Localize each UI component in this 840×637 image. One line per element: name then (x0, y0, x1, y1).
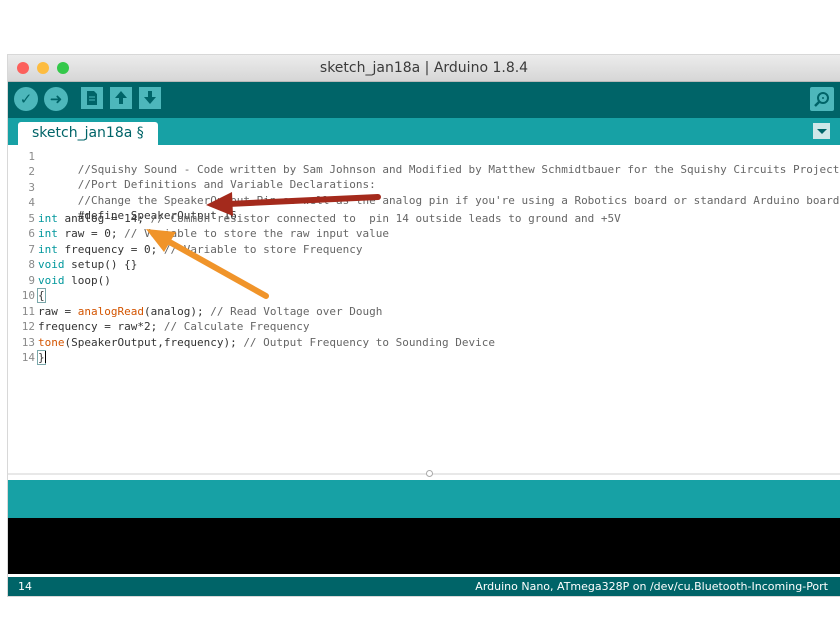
code-keyword: int (38, 227, 58, 240)
new-button[interactable] (81, 87, 103, 109)
code-comment: // Calculate Frequency (163, 320, 310, 333)
code-function: tone (38, 336, 65, 349)
toolbar: ✓ ➜ (8, 82, 840, 118)
code-text: setup() {} (64, 258, 138, 271)
tab-sketch[interactable]: sketch_jan18a § (18, 122, 158, 145)
code-text: (analog); (143, 305, 211, 318)
line-number: 11 (21, 305, 35, 318)
code-comment: // Output Frequency to Sounding Device (243, 336, 495, 349)
line-number: 9 (28, 274, 35, 287)
code-text: loop() (64, 274, 111, 287)
code-text: (SpeakerOutput,frequency); (64, 336, 244, 349)
line-number: 10 (21, 289, 35, 302)
matched-brace: } (37, 350, 46, 365)
code-comment: // Variable to store the raw input value (124, 227, 390, 240)
line-number: 3 (28, 181, 35, 194)
code-text: raw = (38, 305, 78, 318)
line-number: 2 (28, 165, 35, 178)
tab-bar: sketch_jan18a § (8, 118, 840, 145)
code-text: analog = 14; (57, 212, 151, 225)
code-comment: // Common resistor connected to pin 14 o… (150, 212, 621, 225)
code-keyword: void (38, 258, 65, 271)
check-icon: ✓ (19, 90, 33, 108)
code-editor[interactable]: 1 2 3 4 5 6 7 8 9 10 11 12 13 14 //Squis… (8, 145, 840, 477)
tab-menu-button[interactable] (813, 123, 830, 139)
code-line: int analog = 14; // Common resistor conn… (38, 212, 621, 225)
code-text: frequency = 0; (57, 243, 164, 256)
code-keyword: int (38, 212, 58, 225)
save-button[interactable] (139, 87, 161, 109)
line-number: 13 (21, 336, 35, 349)
code-line: int raw = 0; // Variable to store the ra… (38, 227, 389, 240)
line-number: 6 (28, 227, 35, 240)
line-number: 8 (28, 258, 35, 271)
board-port-info: Arduino Nano, ATmega328P on /dev/cu.Blue… (475, 580, 828, 593)
magnifier-icon (814, 92, 829, 107)
line-number: 14 (21, 351, 35, 364)
code-function: analogRead (77, 305, 144, 318)
upload-button[interactable]: ➜ (44, 87, 68, 111)
code-text: raw = 0; (57, 227, 125, 240)
title-bar: sketch_jan18a | Arduino 1.8.4 (8, 55, 840, 82)
serial-monitor-button[interactable] (810, 87, 834, 111)
code-line: frequency = raw*2; // Calculate Frequenc… (38, 320, 310, 333)
code-comment: // Read Voltage over Dough (210, 305, 383, 318)
message-area (8, 480, 840, 518)
line-number: 5 (28, 212, 35, 225)
open-button[interactable] (110, 87, 132, 109)
code-line: int frequency = 0; // Variable to store … (38, 243, 363, 256)
code-line: tone(SpeakerOutput,frequency); // Output… (38, 336, 495, 349)
line-number: 1 (28, 150, 35, 163)
line-number: 12 (21, 320, 35, 333)
code-line: } (37, 350, 46, 365)
code-keyword: int (38, 243, 58, 256)
window-title: sketch_jan18a | Arduino 1.8.4 (319, 60, 529, 76)
status-bar: 14 Arduino Nano, ATmega328P on /dev/cu.B… (8, 577, 840, 596)
code-line: void setup() {} (38, 258, 137, 271)
console-output[interactable] (8, 518, 840, 574)
code-line: raw = analogRead(analog); // Read Voltag… (38, 305, 382, 318)
arrow-up-icon (115, 91, 127, 104)
code-line: void loop() (38, 274, 111, 287)
arrow-right-icon: ➜ (49, 90, 63, 108)
arrow-down-icon (144, 91, 156, 104)
code-text: frequency = raw*2; (38, 320, 164, 333)
line-number-gutter: 1 2 3 4 5 6 7 8 9 10 11 12 13 14 (8, 145, 37, 475)
chevron-down-icon (817, 129, 827, 134)
pane-splitter-handle[interactable] (426, 470, 433, 477)
code-keyword: void (38, 274, 65, 287)
arduino-ide-window: sketch_jan18a | Arduino 1.8.4 ✓ ➜ sketch… (8, 55, 840, 596)
line-number: 7 (28, 243, 35, 256)
new-sketch-icon (87, 91, 97, 105)
code-comment: // Variable to store Frequency (163, 243, 363, 256)
verify-button[interactable]: ✓ (14, 87, 38, 111)
line-number: 4 (28, 196, 35, 209)
matched-brace: { (37, 288, 46, 303)
text-cursor (44, 351, 46, 363)
code-line: { (37, 288, 46, 303)
editor-divider (8, 473, 840, 475)
line-number-indicator: 14 (18, 580, 32, 593)
